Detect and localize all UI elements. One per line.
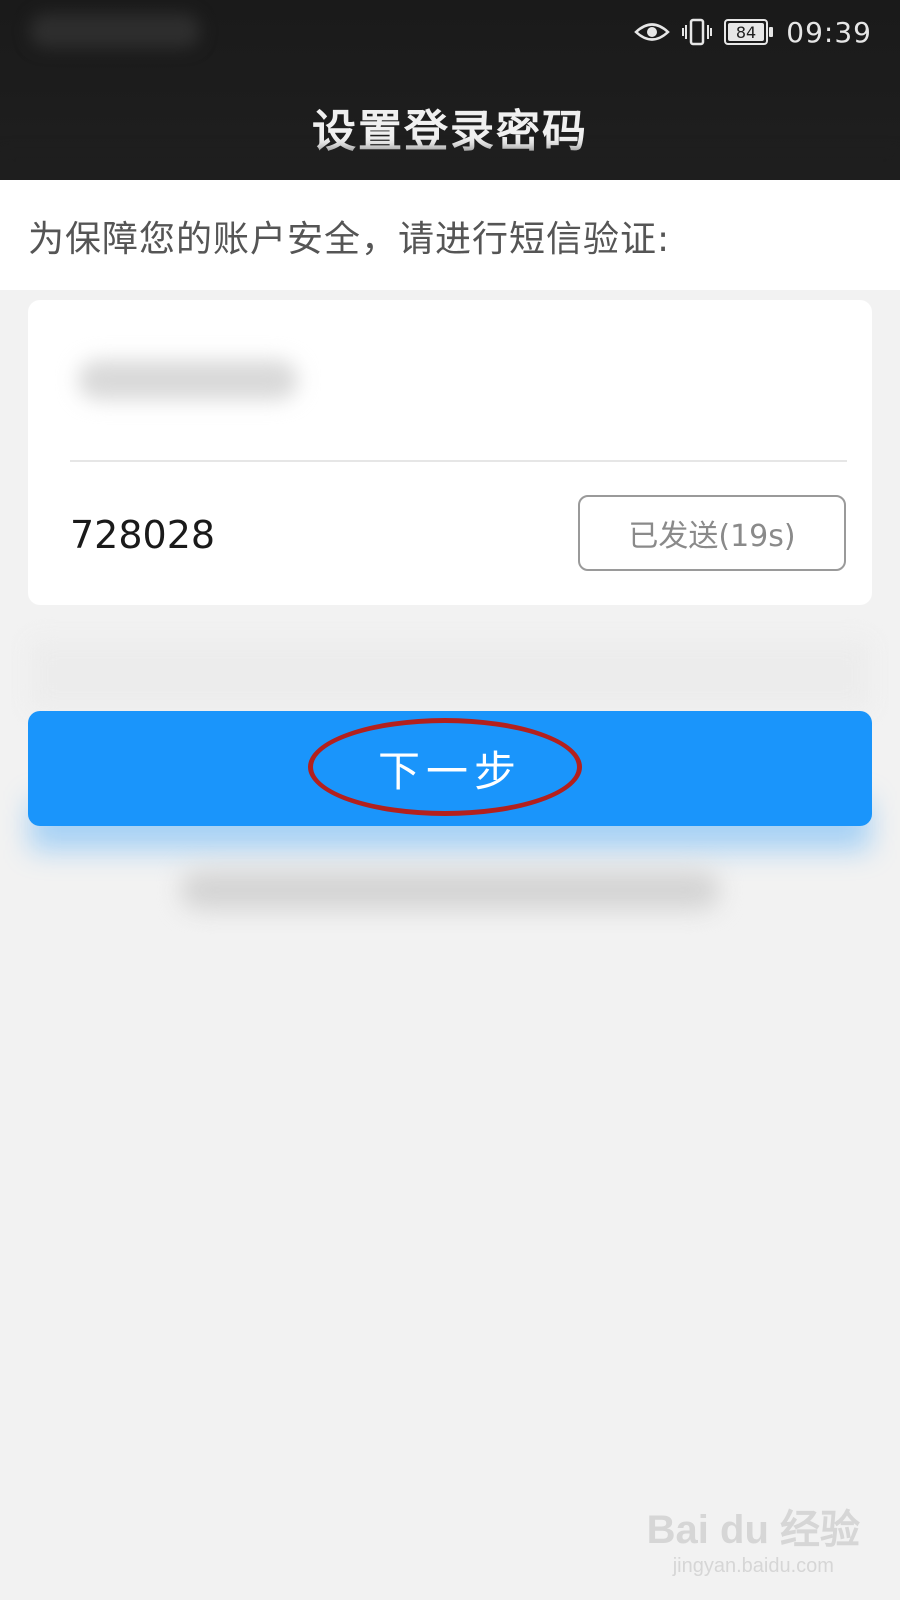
battery-icon: 84 [724,19,774,45]
verification-notice: 为保障您的账户安全，请进行短信验证: [28,219,671,260]
blurred-area [30,640,870,710]
field-divider [70,460,847,462]
resend-code-button[interactable]: 已发送(19s) [578,495,846,571]
blurred-link[interactable] [180,870,720,910]
sms-code-input[interactable] [70,505,470,565]
watermark-main: Bai du 经验 [646,1508,860,1552]
status-time: 09:39 [786,15,872,49]
watermark-sub: jingyan.baidu.com [672,1555,834,1577]
phone-number-field[interactable] [78,360,298,400]
watermark-logo: Bai du 经验 jingyan.baidu.com [647,1497,860,1578]
eye-icon [634,21,671,43]
status-bar: 84 09:39 [634,12,872,52]
status-left-blur [30,14,200,48]
screen: 84 09:39 设置登录密码 为保障您的账户安全，请进行短信验证: 已发送(1… [0,0,900,1600]
battery-level: 84 [736,23,756,42]
next-step-button[interactable]: 下一步 [28,711,872,826]
vibrate-icon [682,17,713,47]
